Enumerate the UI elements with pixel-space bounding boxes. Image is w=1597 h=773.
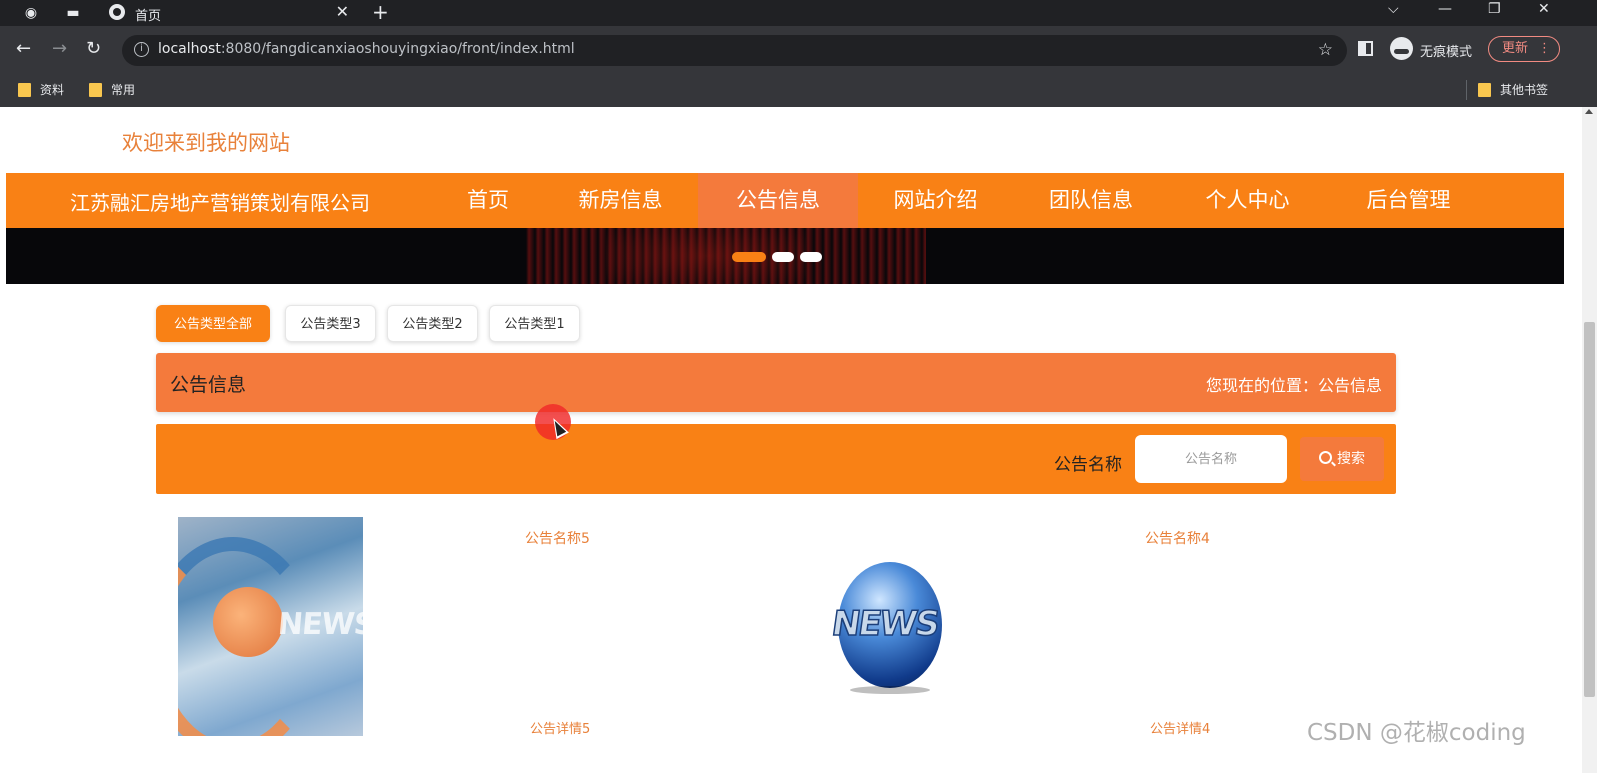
incognito-icon: [1390, 37, 1413, 60]
close-tab-icon[interactable]: ✕: [336, 2, 349, 21]
web-page: 欢迎来到我的网站 江苏融汇房地产营销策划有限公司 首页 新房信息 公告信息 网站…: [0, 107, 1597, 773]
site-info-icon[interactable]: i: [134, 42, 149, 57]
close-window-icon[interactable]: ✕: [1538, 1, 1550, 17]
search-input[interactable]: [1135, 435, 1287, 483]
bookmark-folder-other[interactable]: 其他书签: [1478, 81, 1548, 99]
nav-admin[interactable]: 后台管理: [1326, 173, 1491, 228]
nav-new-houses[interactable]: 新房信息: [543, 173, 698, 228]
url-text: localhost:8080/fangdicanxiaoshouyingxiao…: [158, 41, 575, 57]
welcome-text: 欢迎来到我的网站: [122, 131, 290, 155]
restore-icon[interactable]: ❐: [1488, 1, 1501, 17]
bookmark-folder-changyong[interactable]: 常用: [89, 81, 135, 99]
main-navbar: 江苏融汇房地产营销策划有限公司 首页 新房信息 公告信息 网站介绍 团队信息 个…: [6, 173, 1564, 228]
window-icon[interactable]: ▬: [64, 4, 82, 22]
browser-tab[interactable]: 首页 ✕: [97, 0, 361, 26]
news-detail-5[interactable]: 公告详情5: [530, 718, 590, 737]
bookmarks-bar: 资料 常用 其他书签: [0, 74, 1597, 107]
carousel-dot-1[interactable]: [732, 252, 766, 262]
brand-name: 江苏融汇房地产营销策划有限公司: [70, 191, 370, 215]
filter-type-3[interactable]: 公告类型3: [285, 305, 376, 342]
folder-icon: [18, 83, 31, 97]
search-icon: [1319, 451, 1332, 464]
tab-title: 首页: [135, 9, 162, 24]
forward-icon[interactable]: →: [52, 38, 67, 60]
filter-type-2[interactable]: 公告类型2: [387, 305, 478, 342]
side-panel-icon[interactable]: [1358, 41, 1373, 56]
page-scrollbar[interactable]: [1582, 107, 1597, 773]
folder-icon: [89, 83, 102, 97]
nav-profile[interactable]: 个人中心: [1169, 173, 1326, 228]
section-title: 公告信息: [170, 374, 247, 396]
tab-search-icon[interactable]: ◉: [22, 4, 40, 22]
chevron-down-icon[interactable]: ⌵: [1388, 1, 1399, 17]
search-label: 公告名称: [1054, 455, 1122, 475]
current-location: 您现在的位置：公告信息: [1205, 376, 1382, 395]
nav-home[interactable]: 首页: [433, 173, 543, 228]
banner-carousel[interactable]: [6, 228, 1564, 284]
carousel-dot-2[interactable]: [772, 252, 794, 262]
news-title-5[interactable]: 公告名称5: [525, 528, 590, 548]
bookmark-star-icon[interactable]: ☆: [1318, 40, 1333, 60]
nav-about[interactable]: 网站介绍: [858, 173, 1013, 228]
scrollbar-thumb[interactable]: [1584, 322, 1595, 697]
filter-type-1[interactable]: 公告类型1: [489, 305, 580, 342]
update-button[interactable]: 更新 ⋮: [1488, 36, 1560, 62]
watermark: CSDN @花椒coding: [1307, 720, 1526, 746]
nav-team[interactable]: 团队信息: [1013, 173, 1169, 228]
address-bar[interactable]: i localhost:8080/fangdicanxiaoshouyingxi…: [122, 35, 1347, 66]
carousel-dot-3[interactable]: [800, 252, 822, 262]
globe-icon: [109, 4, 125, 20]
back-icon[interactable]: ←: [16, 38, 31, 60]
reload-icon[interactable]: ↻: [86, 38, 101, 60]
filter-type-all[interactable]: 公告类型全部: [156, 305, 270, 342]
scroll-up-icon[interactable]: [1585, 109, 1593, 114]
news-image-4[interactable]: NEWS: [828, 562, 950, 697]
bookmarks-separator: [1466, 80, 1467, 100]
bookmark-folder-ziliao[interactable]: 资料: [18, 81, 64, 99]
nav-announcements[interactable]: 公告信息: [698, 173, 858, 228]
new-tab-button[interactable]: +: [372, 0, 389, 24]
menu-icon[interactable]: ⋮: [1538, 37, 1551, 61]
browser-tab-strip: ◉ ▬ 首页 ✕ + ⌵ — ❐ ✕: [0, 0, 1597, 26]
news-title-4[interactable]: 公告名称4: [1145, 528, 1210, 548]
news-image-5[interactable]: NEWS: [178, 517, 363, 736]
breadcrumb: 公告信息 您现在的位置：公告信息: [156, 353, 1396, 412]
minimize-icon[interactable]: —: [1438, 1, 1452, 17]
incognito-label: 无痕模式: [1420, 45, 1473, 60]
folder-icon: [1478, 83, 1491, 97]
news-detail-4[interactable]: 公告详情4: [1150, 718, 1210, 737]
search-button[interactable]: 搜索: [1300, 437, 1384, 481]
search-bar: 公告名称 搜索: [156, 424, 1396, 494]
